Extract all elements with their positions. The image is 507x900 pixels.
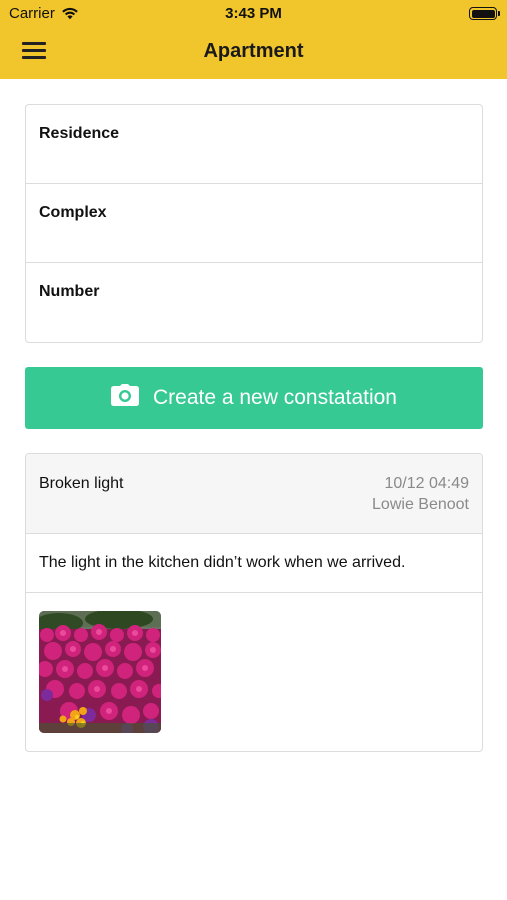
constatation-header: Broken light 10/12 04:49 Lowie Benoot [26, 454, 482, 534]
camera-icon [111, 383, 139, 411]
create-constatation-label: Create a new constatation [153, 386, 397, 409]
status-bar: Carrier 3:43 PM [0, 0, 507, 28]
battery-icon [469, 7, 500, 20]
apartment-info-card: Residence Complex Number [25, 104, 483, 343]
constatation-card[interactable]: Broken light 10/12 04:49 Lowie Benoot Th… [25, 453, 483, 752]
flowers-photo[interactable] [39, 611, 161, 733]
constatation-description: The light in the kitchen didn’t work whe… [26, 534, 482, 593]
constatation-author: Lowie Benoot [372, 496, 469, 513]
residence-row[interactable]: Residence [26, 105, 482, 184]
constatation-title: Broken light [39, 475, 124, 492]
complex-row[interactable]: Complex [26, 184, 482, 263]
constatation-date: 10/12 04:49 [384, 475, 469, 492]
number-row[interactable]: Number [26, 263, 482, 342]
page-title: Apartment [203, 40, 304, 62]
header-bar: Carrier 3:43 PM Apartment [0, 0, 507, 79]
create-constatation-button[interactable]: Create a new constatation [25, 367, 483, 429]
status-time: 3:43 PM [225, 5, 282, 22]
